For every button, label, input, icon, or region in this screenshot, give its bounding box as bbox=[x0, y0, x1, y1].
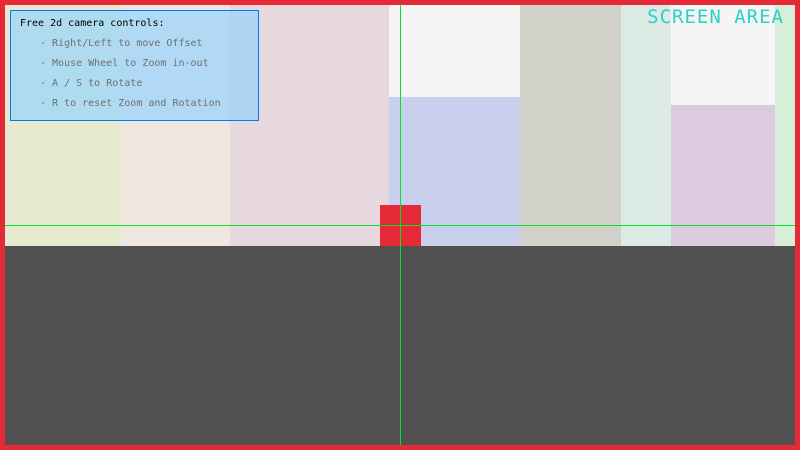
building bbox=[775, 0, 800, 246]
help-title: Free 2d camera controls: bbox=[20, 18, 165, 29]
building bbox=[520, 0, 621, 246]
crosshair-horizontal-line bbox=[0, 225, 800, 226]
help-line-zoom: - Mouse Wheel to Zoom in-out bbox=[40, 58, 209, 69]
screen-area-label: SCREEN AREA bbox=[647, 6, 784, 28]
building bbox=[621, 0, 671, 246]
help-line-move: - Right/Left to move Offset bbox=[40, 38, 203, 49]
help-line-rotate: - A / S to Rotate bbox=[40, 78, 143, 89]
game-screen[interactable]: SCREEN AREA Free 2d camera controls: - R… bbox=[0, 0, 800, 450]
help-line-reset: - R to reset Zoom and Rotation bbox=[40, 98, 221, 109]
controls-help-panel: Free 2d camera controls: - Right/Left to… bbox=[10, 10, 259, 121]
